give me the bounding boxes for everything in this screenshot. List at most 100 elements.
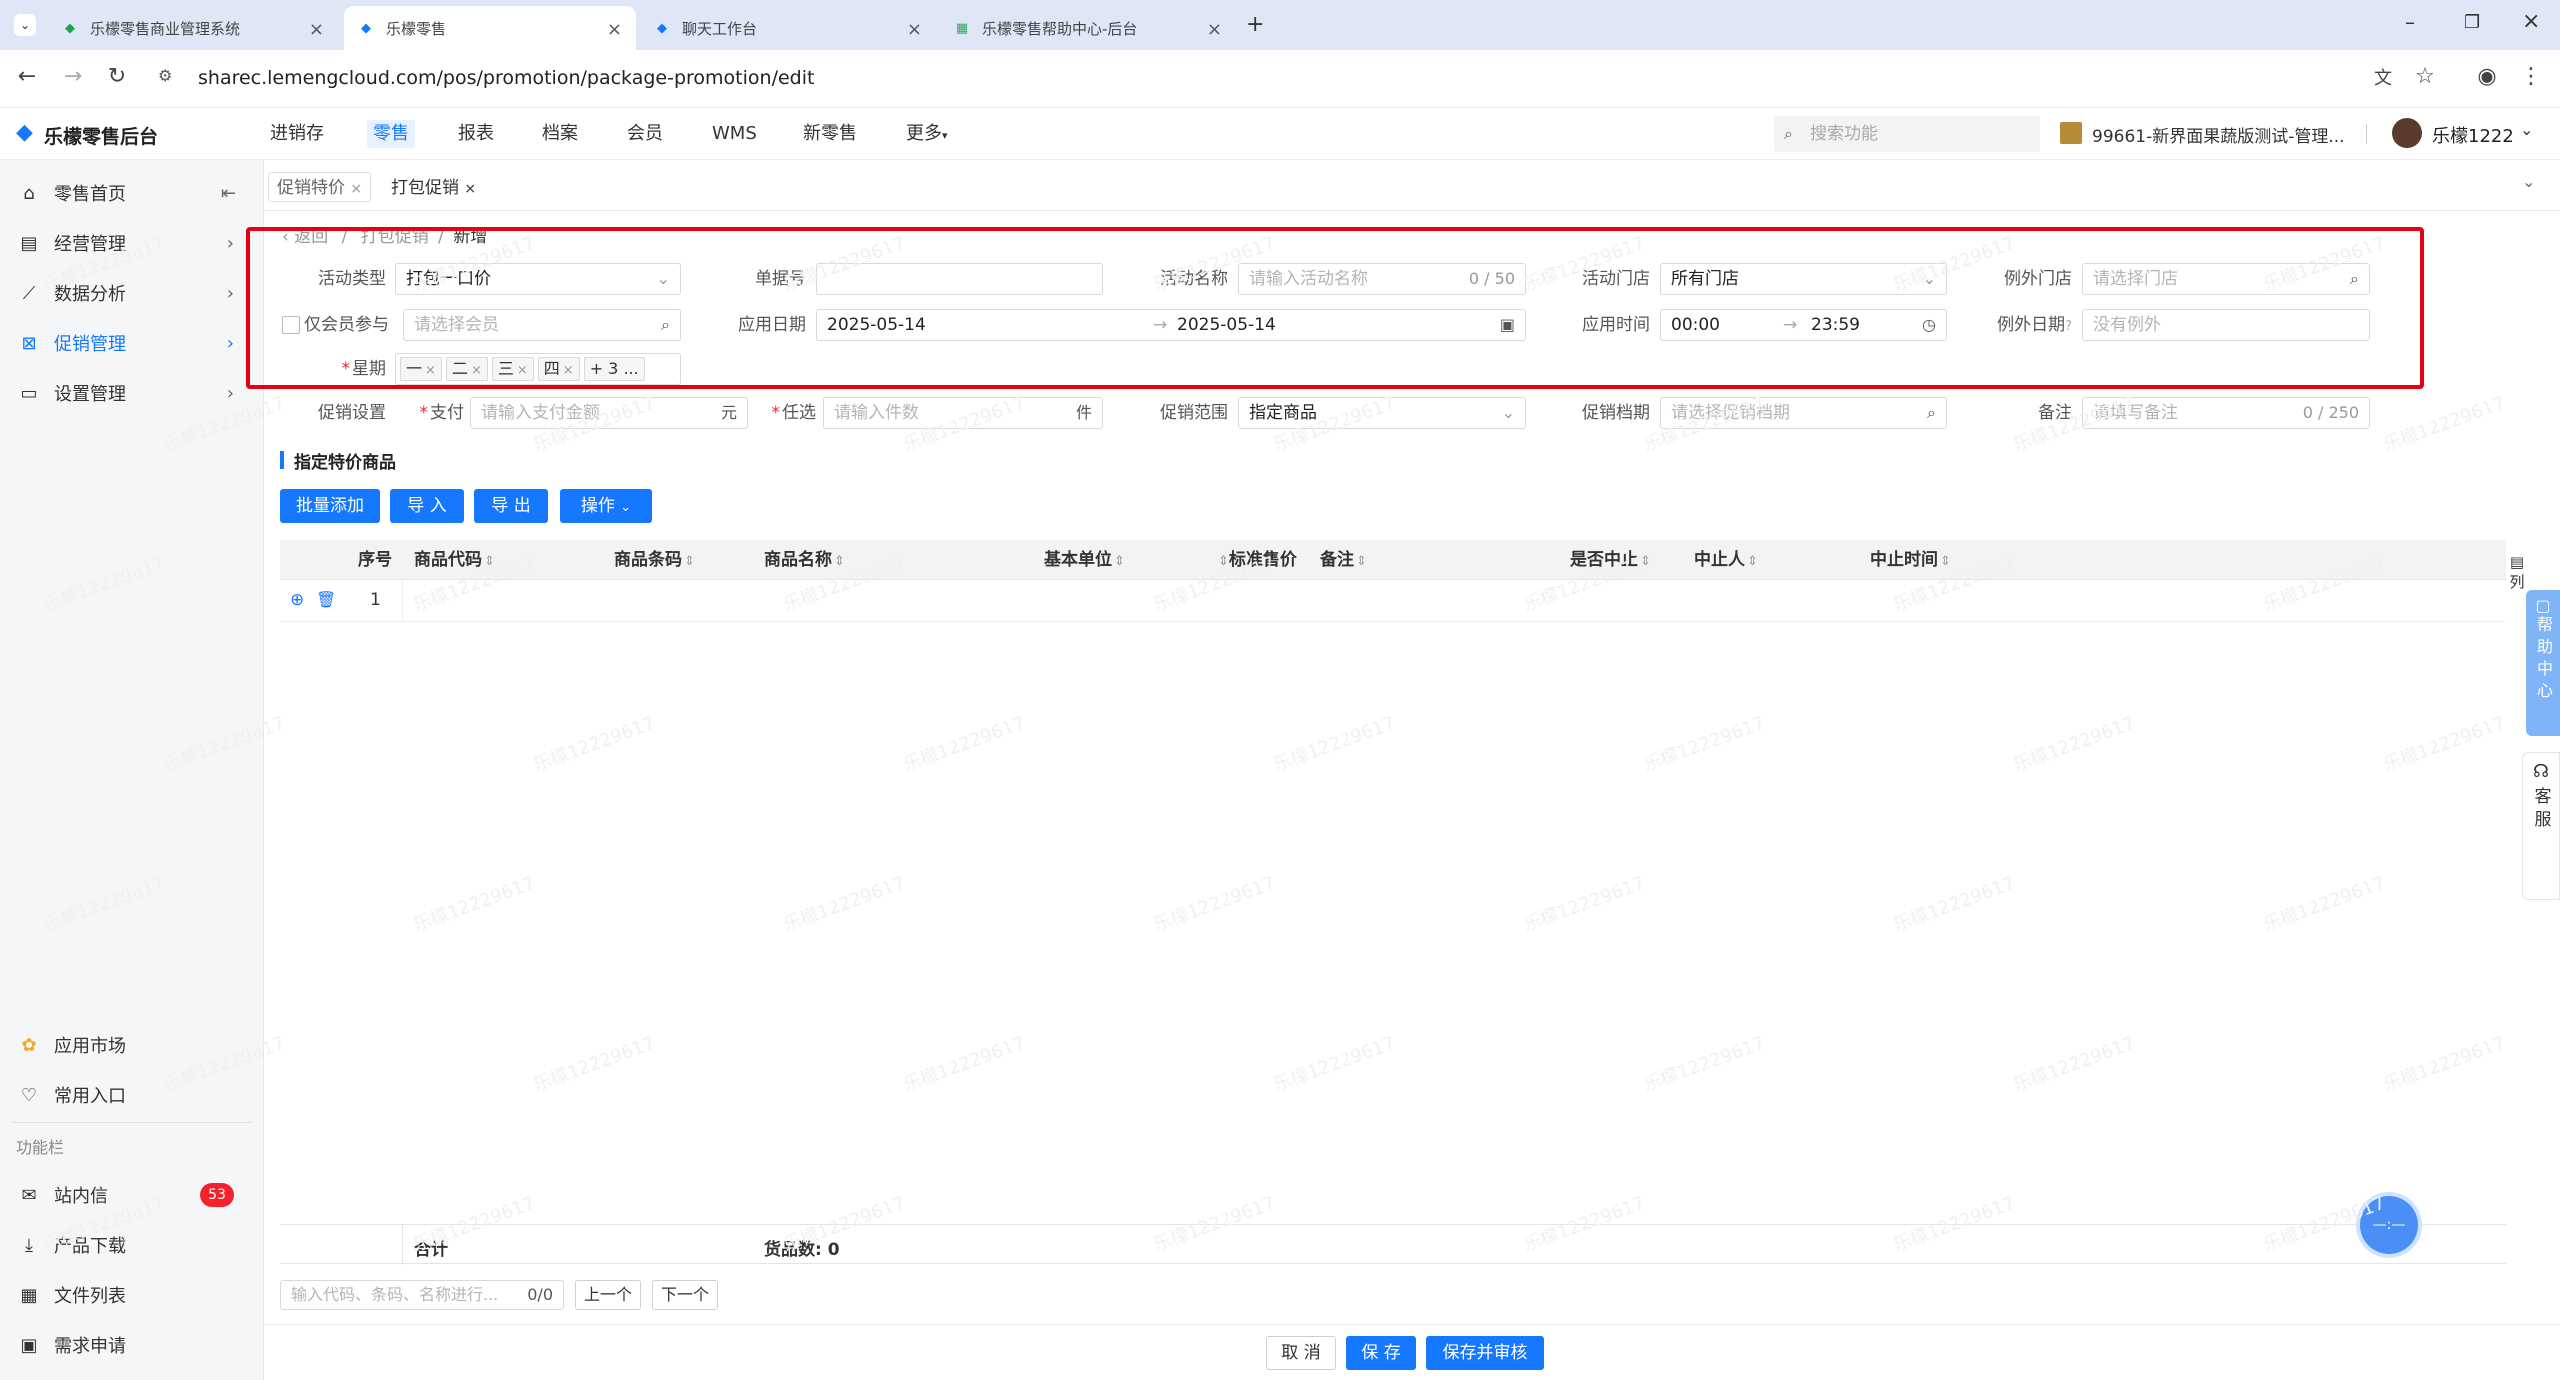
reload-icon[interactable]: ↻ (102, 64, 132, 89)
import-button[interactable]: 导 入 (390, 489, 464, 523)
batch-add-button[interactable]: 批量添加 (280, 489, 380, 523)
browser-tab-1[interactable]: ◆ 乐檬零售商业管理系统 × (48, 6, 338, 50)
window-close-icon[interactable]: × (2522, 9, 2540, 34)
user-avatar[interactable] (2392, 118, 2422, 148)
chat-icon: ▢ (2535, 596, 2551, 615)
bookmark-star-icon[interactable]: ☆ (2410, 64, 2440, 89)
sidebar-item-home[interactable]: ⌂ 零售首页 ⇤ (0, 168, 264, 218)
sidebar: ⌂ 零售首页 ⇤ ▤ 经营管理 › ⟋ 数据分析 › ⊠ 促销管理 › ▭ 设置… (0, 160, 264, 1380)
translate-icon[interactable]: 文 (2368, 64, 2398, 90)
menu-reports[interactable]: 报表 (452, 120, 500, 148)
headset-icon: ☊ (2533, 761, 2549, 782)
sidebar-item-business[interactable]: ▤ 经营管理 › (0, 218, 264, 268)
browser-tab-bar: ⌄ ◆ 乐檬零售商业管理系统 × ◆ 乐檬零售 × ◆ 聊天工作台 × ▦ 乐檬… (0, 0, 2560, 50)
back-arrow-icon[interactable]: ← (12, 64, 42, 89)
function-search-input[interactable]: ⌕ 搜索功能 (1774, 116, 2040, 152)
close-icon[interactable]: × (907, 19, 922, 40)
customer-service-button[interactable]: ☊ 客服 (2522, 752, 2560, 900)
sidebar-item-settings[interactable]: ▭ 设置管理 › (0, 368, 264, 418)
col-barcode[interactable]: 商品条码 ⇕ (614, 540, 695, 580)
col-name[interactable]: 商品名称 ⇕ (764, 540, 845, 580)
help-center-button[interactable]: ▢ 帮助中心 (2526, 590, 2560, 736)
col-remark[interactable]: 备注 ⇕ (1320, 540, 1367, 580)
sidebar-item-inbox[interactable]: ✉ 站内信 53 (0, 1170, 264, 1220)
pay-placeholder: 请输入支付金额 (481, 403, 600, 423)
menu-member[interactable]: 会员 (621, 120, 669, 148)
table-search-input[interactable]: 输入代码、条码、名称进行... 0/0 (280, 1280, 564, 1310)
page-tab-special-price[interactable]: 促销特价 × (268, 172, 372, 202)
sidebar-item-download[interactable]: ⤓ 产品下载 (0, 1220, 264, 1270)
save-button[interactable]: 保 存 (1346, 1336, 1416, 1370)
prev-result-button[interactable]: 上一个 (575, 1280, 641, 1310)
next-result-button[interactable]: 下一个 (652, 1280, 718, 1310)
tab-list-chevron-icon[interactable]: ⌄ (14, 14, 36, 36)
col-code[interactable]: 商品代码 ⇕ (414, 540, 495, 580)
profile-icon[interactable]: ◉ (2472, 64, 2502, 89)
col-price[interactable]: ⇕标准售价 (1216, 540, 1297, 580)
forward-arrow-icon[interactable]: → (58, 64, 88, 89)
search-placeholder: 搜索功能 (1810, 124, 1878, 144)
close-icon[interactable]: × (350, 181, 362, 197)
export-button[interactable]: 导 出 (474, 489, 548, 523)
url-field[interactable]: ⚙ sharec.lemengcloud.com/pos/promotion/p… (148, 56, 2396, 100)
schedule-select[interactable]: 请选择促销档期 ⌕ (1660, 397, 1947, 429)
remark-input[interactable]: 请填写备注 0 / 250 (2082, 397, 2370, 429)
cancel-button[interactable]: 取 消 (1266, 1336, 1336, 1370)
sidebar-item-files[interactable]: ▦ 文件列表 (0, 1270, 264, 1320)
browser-tab-4[interactable]: ▦ 乐檬零售帮助中心-后台 × (940, 6, 1236, 50)
browser-menu-icon[interactable]: ⋮ (2516, 64, 2546, 89)
sidebar-item-label: 设置管理 (54, 384, 126, 405)
close-icon[interactable]: × (464, 181, 476, 197)
site-info-icon[interactable]: ⚙ (158, 66, 172, 85)
operations-dropdown[interactable]: 操作 ⌄ (560, 489, 652, 523)
page-tab-label: 促销特价 (277, 178, 345, 198)
browser-tab-2[interactable]: ◆ 乐檬零售 × (344, 6, 636, 50)
add-row-icon[interactable]: ⊕ (290, 590, 304, 610)
menu-retail[interactable]: 零售 (367, 120, 415, 148)
scope-select[interactable]: 指定商品 ⌄ (1238, 397, 1526, 429)
cell-divider (402, 580, 403, 622)
col-unit[interactable]: 基本单位 ⇕ (1044, 540, 1125, 580)
close-icon[interactable]: × (1207, 19, 1222, 40)
page-tab-package-promotion[interactable]: 打包促销 × (382, 172, 486, 202)
close-icon[interactable]: × (607, 19, 622, 40)
close-icon[interactable]: × (309, 19, 324, 40)
sidebar-item-request[interactable]: ▣ 需求申请 (0, 1320, 264, 1370)
sidebar-item-label: 应用市场 (54, 1036, 126, 1057)
col-suspended[interactable]: 是否中止 ⇕ (1570, 540, 1651, 580)
column-settings[interactable]: ▤ 列 (2506, 552, 2528, 592)
col-suspender-label: 中止人 (1694, 550, 1745, 570)
collapse-sidebar-icon[interactable]: ⇤ (221, 183, 236, 204)
menu-new-retail[interactable]: 新零售 (797, 120, 863, 148)
sidebar-item-app-market[interactable]: ✿ 应用市场 (0, 1020, 264, 1070)
business-icon: ▤ (20, 232, 38, 254)
app-top-nav: ◆ 乐檬零售后台 进销存 零售 报表 档案 会员 WMS 新零售 更多▾ ⌕ 搜… (0, 108, 2560, 160)
menu-archive[interactable]: 档案 (536, 120, 584, 148)
floating-assistant-button[interactable]: —:— (2360, 1196, 2418, 1254)
chevron-down-icon[interactable]: ⌄ (2522, 172, 2535, 191)
download-icon: ⤓ (25, 1234, 33, 1256)
store-selector[interactable]: 99661-新界面果蔬版测试-管理... (2092, 122, 2352, 147)
browser-tab-3[interactable]: ◆ 聊天工作台 × (640, 6, 936, 50)
menu-wms[interactable]: WMS (706, 120, 763, 148)
sidebar-item-promotion[interactable]: ⊠ 促销管理 › (0, 318, 264, 368)
scope-value: 指定商品 (1249, 403, 1317, 423)
unread-badge: 53 (200, 1183, 234, 1207)
sidebar-item-favorites[interactable]: ♡ 常用入口 (0, 1070, 264, 1120)
menu-inventory[interactable]: 进销存 (264, 120, 330, 148)
restore-icon[interactable]: ❐ (2464, 12, 2480, 33)
new-tab-icon[interactable]: + (1246, 12, 1264, 37)
menu-more-label: 更多 (906, 123, 942, 144)
chevron-down-icon[interactable]: ⌄ (2520, 120, 2533, 139)
minimize-icon[interactable]: – (2405, 10, 2415, 34)
col-suspend-time[interactable]: 中止时间 ⇕ (1870, 540, 1951, 580)
url-text: sharec.lemengcloud.com/pos/promotion/pac… (198, 67, 815, 89)
menu-more[interactable]: 更多▾ (900, 120, 954, 148)
pay-amount-input[interactable]: 请输入支付金额 元 (470, 397, 748, 429)
sidebar-item-analysis[interactable]: ⟋ 数据分析 › (0, 268, 264, 318)
pick-count-input[interactable]: 请输入件数 件 (823, 397, 1103, 429)
save-and-audit-button[interactable]: 保存并审核 (1426, 1336, 1544, 1370)
delete-row-icon[interactable]: 🗑 (316, 590, 336, 609)
col-suspender[interactable]: 中止人 ⇕ (1694, 540, 1758, 580)
user-name[interactable]: 乐檬1222 (2432, 122, 2514, 148)
